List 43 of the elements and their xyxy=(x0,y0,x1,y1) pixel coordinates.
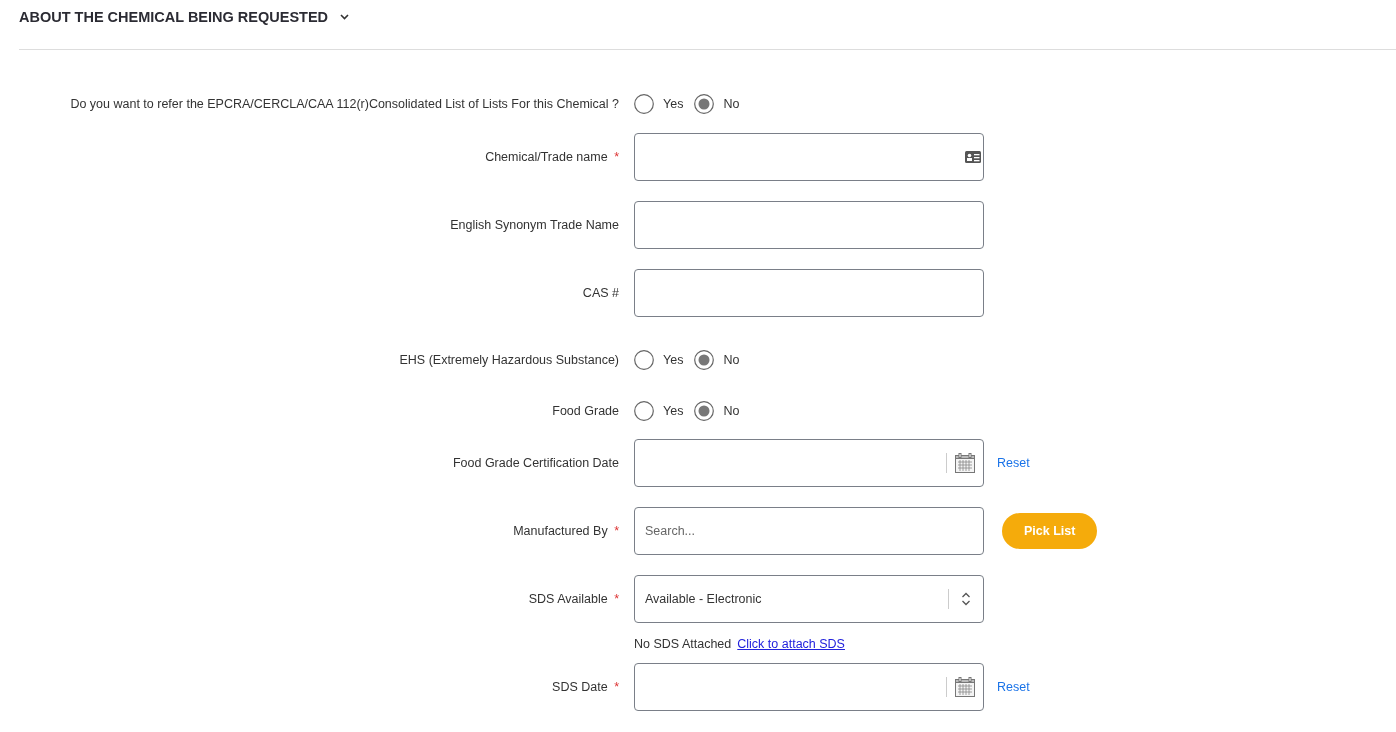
radio-button[interactable] xyxy=(694,350,715,370)
text-field[interactable] xyxy=(634,201,984,249)
field-label: EHS (Extremely Hazardous Substance) xyxy=(399,353,619,367)
required-mark: * xyxy=(614,150,619,164)
field-label: Chemical/Trade name xyxy=(485,150,608,164)
field-label: Do you want to refer the EPCRA/CERCLA/CAA 112(r)Consolidated List of Lists For this Chemical ? xyxy=(70,97,619,111)
radio-button[interactable] xyxy=(694,401,715,421)
calendar-icon[interactable] xyxy=(955,453,975,473)
radio-label: Yes xyxy=(663,353,684,367)
field-label: CAS # xyxy=(582,286,619,300)
field-label: English Synonym Trade Name xyxy=(450,218,619,232)
radio-label: Yes xyxy=(663,404,684,418)
radio-label: Yes xyxy=(663,97,684,111)
attach-link[interactable]: Click to attach SDS xyxy=(737,637,845,651)
field-label: SDS Date xyxy=(552,680,608,694)
field-label: Food Grade xyxy=(552,404,619,418)
text-field[interactable] xyxy=(634,133,984,181)
radio-button[interactable] xyxy=(634,350,654,370)
text-field[interactable] xyxy=(634,269,984,317)
radio-label: No xyxy=(723,97,740,111)
chevron-icon[interactable] xyxy=(340,14,350,20)
search-field[interactable]: Search... xyxy=(634,507,984,555)
calendar-icon[interactable] xyxy=(955,677,975,697)
radio-button[interactable] xyxy=(634,94,654,114)
contact-card-icon[interactable] xyxy=(965,151,981,163)
up-down-chevron-icon xyxy=(961,592,971,606)
status-text: No SDS Attached xyxy=(634,637,732,651)
required-mark: * xyxy=(614,524,619,538)
field-label: Manufactured By xyxy=(513,524,608,538)
section-title: ABOUT THE CHEMICAL BEING REQUESTED xyxy=(19,9,329,25)
reset-link[interactable]: Reset xyxy=(997,680,1030,694)
radio-label: No xyxy=(723,353,740,367)
date-field[interactable] xyxy=(634,439,984,487)
required-mark: * xyxy=(614,592,619,606)
required-mark: * xyxy=(614,680,619,694)
field-label: Food Grade Certification Date xyxy=(452,456,619,470)
date-field[interactable] xyxy=(634,663,984,711)
dropdown[interactable]: Available - Electronic xyxy=(634,575,984,623)
radio-label: No xyxy=(723,404,740,418)
radio-button[interactable] xyxy=(694,94,715,114)
reset-link[interactable]: Reset xyxy=(997,456,1030,470)
field-label: SDS Available xyxy=(528,592,608,606)
radio-button[interactable] xyxy=(634,401,654,421)
